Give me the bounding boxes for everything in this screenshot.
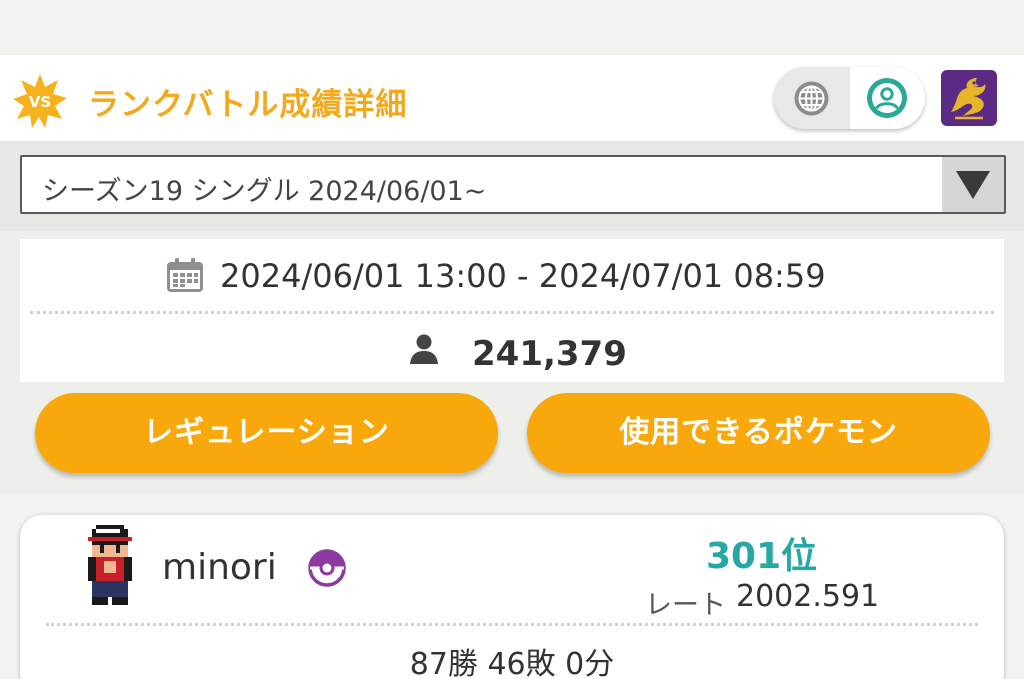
globe-icon bbox=[794, 81, 829, 116]
season-select[interactable]: シーズン19 シングル 2024/06/01~ bbox=[20, 155, 1006, 214]
player-count: 241,379 bbox=[472, 334, 627, 374]
legendary-dragon-icon bbox=[951, 78, 986, 120]
season-select-value: シーズン19 シングル 2024/06/01~ bbox=[42, 176, 487, 207]
page-title: ランクバトル成績詳細 bbox=[88, 87, 408, 123]
player-rank: 301位 bbox=[706, 536, 818, 577]
season-info-area: 2024/06/01 13:00 - 2024/07/01 08:59 241,… bbox=[0, 231, 1024, 495]
game-title-icon[interactable] bbox=[941, 70, 997, 126]
calendar-icon bbox=[167, 258, 203, 292]
toggle-personal[interactable] bbox=[850, 67, 925, 129]
period-row: 2024/06/01 13:00 - 2024/07/01 08:59 bbox=[20, 239, 1004, 311]
win-loss-record: 87勝 46敗 0分 bbox=[409, 647, 615, 679]
view-toggle[interactable] bbox=[774, 67, 925, 129]
svg-text:VS: VS bbox=[29, 93, 51, 111]
player-area: minori 301位 レート 2002.591 87勝 46敗 0分 bbox=[0, 495, 1024, 679]
dotted-divider bbox=[30, 311, 994, 314]
vs-badge-icon: VS bbox=[13, 74, 67, 128]
player-card[interactable]: minori 301位 レート 2002.591 87勝 46敗 0分 bbox=[20, 515, 1004, 679]
status-bar bbox=[0, 0, 1024, 55]
dotted-divider bbox=[46, 623, 978, 626]
player-name: minori bbox=[162, 547, 277, 588]
regulation-button[interactable]: レギュレーション bbox=[35, 393, 498, 473]
rate-label: レート bbox=[645, 590, 726, 621]
season-period: 2024/06/01 13:00 - 2024/07/01 08:59 bbox=[220, 257, 826, 295]
players-row: 241,379 bbox=[20, 315, 1004, 382]
triangle-down-icon bbox=[956, 171, 990, 199]
rate-value: 2002.591 bbox=[736, 579, 880, 614]
usable-pokemon-button[interactable]: 使用できるポケモン bbox=[527, 393, 990, 473]
header: VS ランクバトル成績詳細 bbox=[0, 55, 1024, 141]
person-icon bbox=[410, 334, 438, 364]
season-bar: シーズン19 シングル 2024/06/01~ bbox=[0, 141, 1024, 231]
user-circle-icon bbox=[867, 78, 907, 118]
trainer-avatar bbox=[88, 525, 132, 605]
select-arrow[interactable] bbox=[942, 157, 1004, 212]
season-info-card: 2024/06/01 13:00 - 2024/07/01 08:59 241,… bbox=[20, 239, 1004, 382]
master-ball-icon bbox=[308, 549, 346, 587]
toggle-global[interactable] bbox=[774, 67, 850, 129]
